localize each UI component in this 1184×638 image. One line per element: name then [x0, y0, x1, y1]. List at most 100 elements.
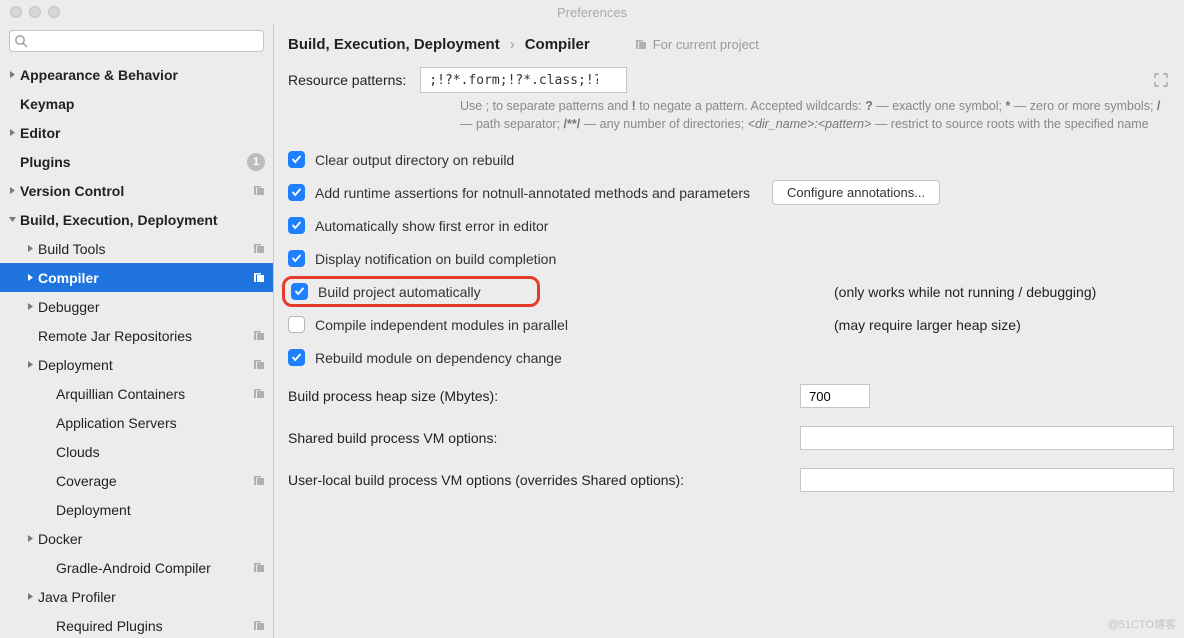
breadcrumb: Build, Execution, Deployment › Compiler — [288, 36, 590, 53]
watermark: @51CTO博客 — [1108, 616, 1176, 632]
sidebar-item-label: Version Control — [20, 183, 124, 199]
project-icon — [252, 184, 265, 197]
userlocal-vm-input[interactable] — [800, 468, 1174, 492]
sidebar-item-label: Required Plugins — [56, 618, 163, 634]
minimize-icon[interactable] — [29, 6, 41, 18]
sidebar-item-label: Coverage — [56, 473, 117, 489]
cb-runtime-assertions[interactable]: Add runtime assertions for notnull-annot… — [288, 180, 1174, 205]
sidebar-item[interactable]: Build, Execution, Deployment — [0, 205, 273, 234]
checkbox-icon[interactable] — [288, 316, 305, 333]
sidebar-item[interactable]: Appearance & Behavior — [0, 60, 273, 89]
checkbox-icon[interactable] — [288, 349, 305, 366]
sidebar-item[interactable]: Coverage — [0, 466, 273, 495]
scope-indicator: For current project — [634, 37, 759, 52]
cb-auto-show-error[interactable]: Automatically show first error in editor — [288, 213, 1174, 238]
heap-size-label: Build process heap size (Mbytes): — [288, 388, 800, 404]
heap-size-input[interactable] — [800, 384, 870, 408]
project-icon — [252, 561, 265, 574]
sidebar-item[interactable]: Deployment — [0, 350, 273, 379]
sidebar-item[interactable]: Gradle-Android Compiler — [0, 553, 273, 582]
sidebar-item[interactable]: Compiler — [0, 263, 273, 292]
project-icon — [252, 358, 265, 371]
sidebar-item-label: Debugger — [38, 299, 100, 315]
sidebar-item[interactable]: Docker — [0, 524, 273, 553]
sidebar-item[interactable]: Required Plugins — [0, 611, 273, 638]
sidebar-item-label: Java Profiler — [38, 589, 116, 605]
sidebar-item[interactable]: Remote Jar Repositories — [0, 321, 273, 350]
chevron-right-icon[interactable] — [24, 360, 36, 369]
checkbox-icon[interactable] — [288, 250, 305, 267]
project-icon — [252, 474, 265, 487]
sidebar-item[interactable]: Keymap — [0, 89, 273, 118]
sidebar-item[interactable]: Build Tools — [0, 234, 273, 263]
window-controls[interactable] — [10, 6, 60, 18]
expand-icon[interactable] — [1154, 73, 1168, 90]
shared-vm-input[interactable] — [800, 426, 1174, 450]
cb-compile-parallel[interactable]: Compile independent modules in parallel … — [288, 312, 1174, 337]
sidebar-item-label: Arquillian Containers — [56, 386, 185, 402]
sidebar: Appearance & Behavior Keymap Editor Plugins… — [0, 24, 274, 638]
search-field[interactable] — [9, 30, 264, 52]
cb-clear-output[interactable]: Clear output directory on rebuild — [288, 147, 1174, 172]
sidebar-item[interactable]: Debugger — [0, 292, 273, 321]
checkbox-icon[interactable] — [288, 151, 305, 168]
sidebar-item-label: Docker — [38, 531, 82, 547]
sidebar-item-label: Build Tools — [38, 241, 105, 257]
project-icon — [252, 387, 265, 400]
sidebar-item[interactable]: Plugins 1 — [0, 147, 273, 176]
chevron-right-icon[interactable] — [24, 534, 36, 543]
chevron-right-icon[interactable] — [6, 128, 18, 137]
sidebar-item[interactable]: Arquillian Containers — [0, 379, 273, 408]
build-auto-note: (only works while not running / debuggin… — [834, 284, 1174, 300]
cb-rebuild-on-dep[interactable]: Rebuild module on dependency change — [288, 345, 1174, 370]
resource-patterns-input[interactable] — [420, 67, 627, 93]
chevron-right-icon[interactable] — [24, 302, 36, 311]
project-icon — [252, 271, 265, 284]
chevron-right-icon[interactable] — [6, 70, 18, 79]
project-icon — [252, 329, 265, 342]
search-icon — [14, 34, 28, 51]
chevron-down-icon[interactable] — [6, 215, 18, 224]
titlebar: Preferences — [0, 0, 1184, 24]
sidebar-item-label: Clouds — [56, 444, 100, 460]
compile-parallel-note: (may require larger heap size) — [834, 317, 1174, 333]
sidebar-item-label: Application Servers — [56, 415, 177, 431]
userlocal-vm-row: User-local build process VM options (ove… — [288, 464, 1174, 496]
project-icon — [252, 242, 265, 255]
sidebar-item[interactable]: Application Servers — [0, 408, 273, 437]
crumb-current: Compiler — [525, 36, 590, 53]
checkbox-icon[interactable] — [291, 283, 308, 300]
zoom-icon[interactable] — [48, 6, 60, 18]
sidebar-item-label: Plugins — [20, 154, 71, 170]
main-panel: Build, Execution, Deployment › Compiler … — [274, 24, 1184, 638]
chevron-right-icon[interactable] — [24, 273, 36, 282]
checkbox-icon[interactable] — [288, 184, 305, 201]
resource-patterns-help: Use ; to separate patterns and ! to nega… — [460, 97, 1174, 133]
configure-annotations-button[interactable]: Configure annotations... — [772, 180, 940, 205]
sidebar-item-label: Appearance & Behavior — [20, 67, 178, 83]
sidebar-item[interactable]: Deployment — [0, 495, 273, 524]
checkbox-icon[interactable] — [288, 217, 305, 234]
close-icon[interactable] — [10, 6, 22, 18]
crumb-parent[interactable]: Build, Execution, Deployment — [288, 36, 500, 53]
chevron-right-icon[interactable] — [24, 592, 36, 601]
cb-build-auto-highlight[interactable]: Build project automatically — [282, 276, 540, 307]
chevron-right-icon[interactable] — [24, 244, 36, 253]
sidebar-item[interactable]: Java Profiler — [0, 582, 273, 611]
cb-display-notification[interactable]: Display notification on build completion — [288, 246, 1174, 271]
settings-tree: Appearance & Behavior Keymap Editor Plugins… — [0, 60, 273, 638]
sidebar-item-label: Remote Jar Repositories — [38, 328, 192, 344]
heap-size-row: Build process heap size (Mbytes): — [288, 380, 1174, 412]
project-icon — [634, 38, 647, 51]
resource-patterns-label: Resource patterns: — [288, 72, 406, 88]
search-input[interactable] — [9, 30, 264, 52]
sidebar-item-label: Editor — [20, 125, 60, 141]
sidebar-item-label: Deployment — [38, 357, 113, 373]
sidebar-item-label: Keymap — [20, 96, 74, 112]
chevron-right-icon[interactable] — [6, 186, 18, 195]
sidebar-item[interactable]: Version Control — [0, 176, 273, 205]
sidebar-item[interactable]: Editor — [0, 118, 273, 147]
sidebar-item-label: Gradle-Android Compiler — [56, 560, 211, 576]
count-badge: 1 — [247, 153, 265, 171]
sidebar-item[interactable]: Clouds — [0, 437, 273, 466]
